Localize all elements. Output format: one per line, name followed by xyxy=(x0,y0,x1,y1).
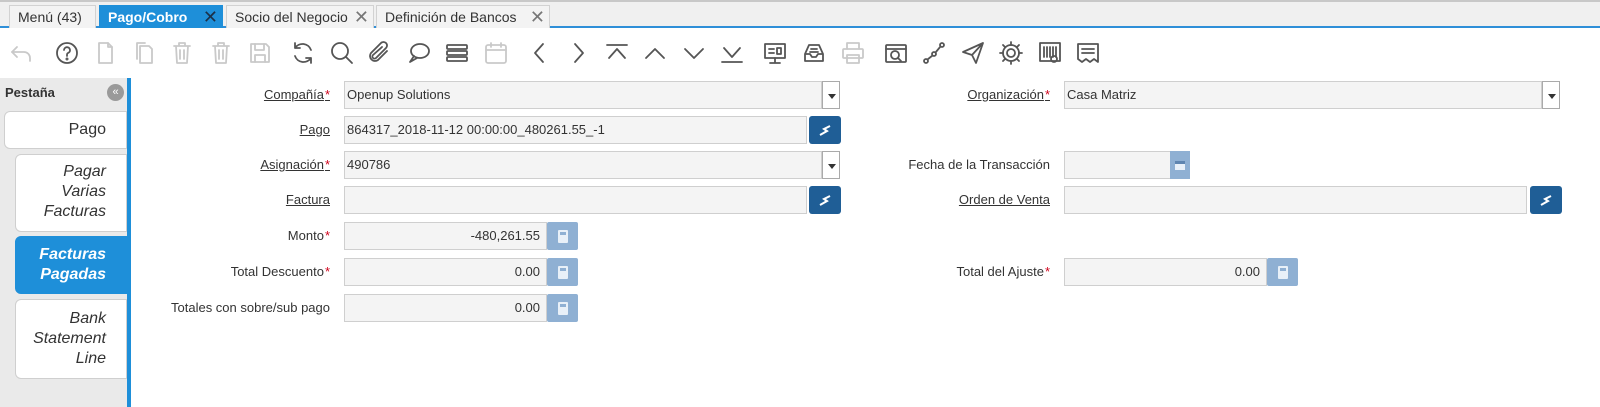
asignacion-dropdown-icon[interactable] xyxy=(822,151,840,179)
sidebar-item-pago[interactable]: Pago xyxy=(4,111,127,149)
monto-label: Monto* xyxy=(287,228,330,243)
undo-icon[interactable] xyxy=(4,36,38,70)
organizacion-field[interactable]: Casa Matriz xyxy=(1064,81,1542,109)
tab-pago-cobro[interactable]: Pago/Cobro ✕ xyxy=(99,5,223,28)
date-picker-icon[interactable] xyxy=(1170,151,1190,179)
collapse-icon[interactable]: « xyxy=(107,84,124,101)
fecha-transaccion-field[interactable] xyxy=(1064,151,1172,179)
calculator-icon[interactable] xyxy=(547,222,578,250)
lookup-icon xyxy=(819,125,831,136)
calculator-icon[interactable] xyxy=(547,294,578,322)
orden-venta-search-button[interactable] xyxy=(1530,186,1562,214)
product-info-icon[interactable] xyxy=(1033,36,1067,70)
calendar-icon[interactable] xyxy=(479,36,513,70)
totales-sobre-sub-pago-label: Totales con sobre/sub pago xyxy=(171,300,330,315)
required-mark: * xyxy=(324,264,330,279)
zoom-across-icon[interactable] xyxy=(879,36,913,70)
required-mark: * xyxy=(1044,87,1050,102)
organizacion-label[interactable]: Organización* xyxy=(880,87,1050,102)
orden-venta-label[interactable]: Orden de Venta xyxy=(880,192,1050,207)
find-icon[interactable] xyxy=(325,36,359,70)
tab-socio-del-negocio[interactable]: Socio del Negocio ✕ xyxy=(226,5,374,28)
tab-label: Definición de Bancos xyxy=(385,9,517,25)
organizacion-dropdown-icon[interactable] xyxy=(1542,81,1560,109)
refresh-icon[interactable] xyxy=(286,36,320,70)
detail-record-icon[interactable] xyxy=(677,36,711,70)
tab-definicion-de-bancos[interactable]: Definición de Bancos ✕ xyxy=(376,5,550,28)
calculator-icon[interactable] xyxy=(1267,258,1298,286)
sidebar-item-pagar-varias-facturas[interactable]: Pagar Varias Facturas xyxy=(15,154,127,232)
compania-dropdown-icon[interactable] xyxy=(822,81,840,109)
asignacion-label[interactable]: Asignación* xyxy=(200,157,330,172)
window-tab-bar: Menú (43) Pago/Cobro ✕ Socio del Negocio ✕… xyxy=(0,0,1600,28)
sidebar-item-label: Pago xyxy=(68,121,106,138)
delete-selection-icon[interactable] xyxy=(204,36,238,70)
tab-label: Menú (43) xyxy=(18,9,82,25)
factura-label[interactable]: Factura xyxy=(200,192,330,207)
lookup-icon xyxy=(819,195,831,206)
chat-icon[interactable] xyxy=(402,36,436,70)
print-icon[interactable] xyxy=(836,36,870,70)
post-icon[interactable] xyxy=(1071,36,1105,70)
tab-menu[interactable]: Menú (43) xyxy=(9,5,96,28)
help-icon[interactable] xyxy=(50,36,84,70)
next-record-icon[interactable] xyxy=(561,36,595,70)
sidebar-item-facturas-pagadas[interactable]: Facturas Pagadas xyxy=(15,236,127,294)
total-ajuste-field[interactable]: 0.00 xyxy=(1064,258,1267,286)
required-mark: * xyxy=(324,228,330,243)
workflow-icon[interactable] xyxy=(917,36,951,70)
process-icon[interactable] xyxy=(994,36,1028,70)
sidebar-item-label: Facturas Pagadas xyxy=(39,246,106,283)
toolbar xyxy=(0,30,1600,76)
lookup-icon xyxy=(1540,195,1552,206)
sidebar-item-bank-statement-line[interactable]: Bank Statement Line xyxy=(15,299,127,379)
required-mark: * xyxy=(324,87,330,102)
archive-icon[interactable] xyxy=(797,36,831,70)
sidebar-title: Pestaña xyxy=(5,85,55,100)
close-icon[interactable]: ✕ xyxy=(203,6,218,28)
total-ajuste-label: Total del Ajuste* xyxy=(956,264,1050,279)
copy-icon[interactable] xyxy=(127,36,161,70)
send-icon[interactable] xyxy=(956,36,990,70)
previous-record-icon[interactable] xyxy=(523,36,557,70)
compania-field[interactable]: Openup Solutions xyxy=(344,81,822,109)
first-record-icon[interactable] xyxy=(600,36,634,70)
detail-tab-sidebar: Pestaña « Pago Pagar Varias Facturas Fac… xyxy=(0,78,131,407)
fecha-transaccion-label: Fecha de la Transacción xyxy=(908,157,1050,172)
close-icon[interactable]: ✕ xyxy=(354,6,369,28)
grid-toggle-icon[interactable] xyxy=(440,36,474,70)
required-mark: * xyxy=(324,157,330,172)
totales-sobre-sub-pago-field[interactable]: 0.00 xyxy=(344,294,547,322)
pago-search-button[interactable] xyxy=(809,116,841,144)
sidebar-item-label: Pagar Varias Facturas xyxy=(43,163,106,220)
tab-label: Pago/Cobro xyxy=(108,9,188,25)
orden-venta-field[interactable] xyxy=(1064,186,1527,214)
attachment-icon[interactable] xyxy=(363,36,397,70)
close-icon[interactable]: ✕ xyxy=(530,6,545,28)
factura-search-button[interactable] xyxy=(809,186,841,214)
monto-field[interactable]: -480,261.55 xyxy=(344,222,547,250)
last-record-icon[interactable] xyxy=(715,36,749,70)
parent-record-icon[interactable] xyxy=(638,36,672,70)
pago-label[interactable]: Pago xyxy=(200,122,330,137)
factura-field[interactable] xyxy=(344,186,807,214)
report-icon[interactable] xyxy=(758,36,792,70)
save-icon[interactable] xyxy=(243,36,277,70)
tab-label: Socio del Negocio xyxy=(235,9,348,25)
total-descuento-field[interactable]: 0.00 xyxy=(344,258,547,286)
calculator-icon[interactable] xyxy=(547,258,578,286)
compania-label[interactable]: Compañía* xyxy=(200,87,330,102)
required-mark: * xyxy=(1044,264,1050,279)
new-record-icon[interactable] xyxy=(88,36,122,70)
total-descuento-label: Total Descuento* xyxy=(230,264,330,279)
asignacion-field[interactable]: 490786 xyxy=(344,151,822,179)
sidebar-item-label: Bank Statement Line xyxy=(33,310,106,367)
pago-field[interactable]: 864317_2018-11-12 00:00:00_480261.55_-1 xyxy=(344,116,807,144)
delete-icon[interactable] xyxy=(165,36,199,70)
